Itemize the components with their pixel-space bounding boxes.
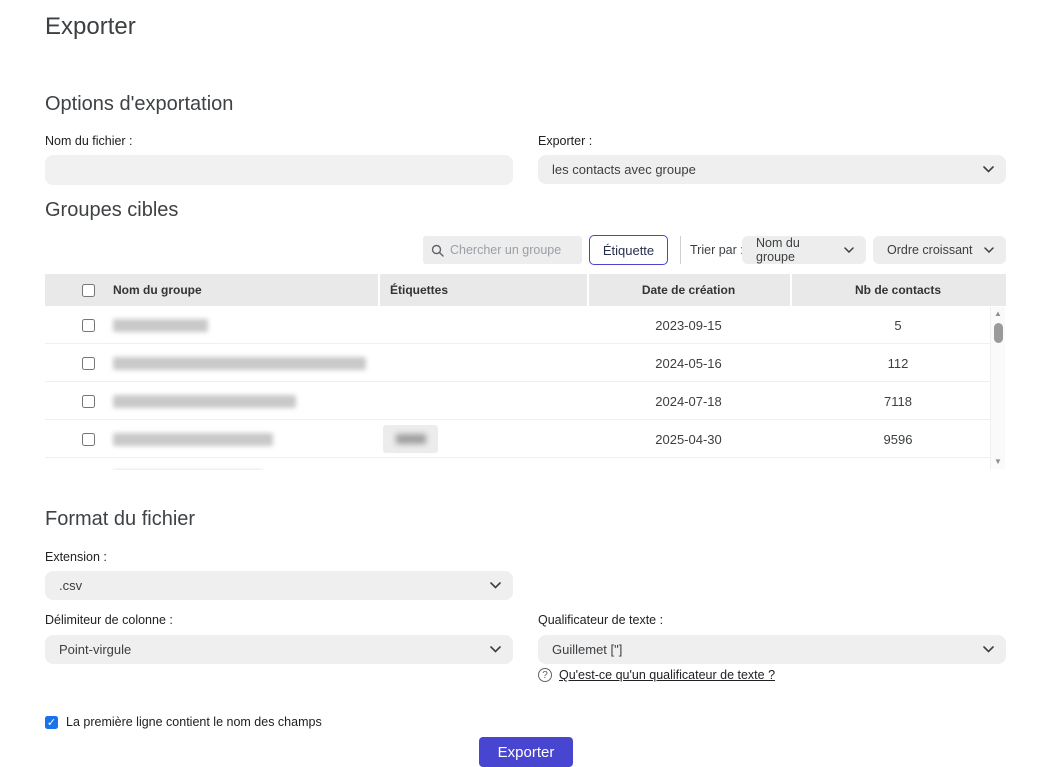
delimiter-value: Point-virgule [59, 642, 131, 657]
col-header-contacts: Nb de contacts [790, 274, 1006, 306]
target-groups-heading: Groupes cibles [45, 199, 178, 222]
row-contact-count: 84 [790, 458, 1006, 470]
sort-by-label: Trier par : [690, 243, 744, 257]
scroll-up-icon[interactable]: ▲ [994, 307, 1002, 321]
export-type-select[interactable]: les contacts avec groupe [538, 155, 1006, 184]
redacted-group-name [113, 395, 296, 408]
row-checkbox[interactable] [82, 357, 95, 370]
etiquette-button[interactable]: Étiquette [589, 235, 668, 265]
filename-label: Nom du fichier : [45, 134, 133, 148]
table-row: 2024-07-18 7118 [45, 382, 991, 420]
row-contact-count: 7118 [790, 382, 1006, 420]
row-contact-count: 9596 [790, 420, 1006, 458]
select-all-checkbox[interactable] [82, 284, 95, 297]
chevron-down-icon [983, 166, 994, 173]
redacted-group-name [113, 433, 273, 446]
redacted-group-name [113, 319, 208, 332]
col-header-date: Date de création [587, 274, 790, 306]
export-options-heading: Options d'exportation [45, 93, 233, 116]
table-row: 2024-12-19 84 [45, 458, 991, 470]
row-date: 2024-12-19 [587, 458, 790, 470]
row-contact-count: 112 [790, 344, 1006, 382]
toolbar-divider [680, 236, 681, 264]
groups-table-body: 2023-09-15 5 2024-05-16 112 2024-07-18 7… [45, 306, 1006, 470]
sort-field-select[interactable]: Nom du groupe [742, 236, 866, 264]
col-header-name: Nom du groupe [113, 274, 202, 306]
search-icon [431, 244, 444, 257]
chevron-down-icon [490, 582, 501, 589]
extension-label: Extension : [45, 550, 107, 564]
chevron-down-icon [983, 646, 994, 653]
delimiter-label: Délimiteur de colonne : [45, 613, 173, 627]
redacted-tag-badge [383, 425, 438, 453]
group-search-input[interactable] [450, 243, 574, 257]
qualifier-help-link[interactable]: ? Qu'est-ce qu'un qualificateur de texte… [538, 668, 775, 682]
chevron-down-icon [844, 247, 854, 253]
qualifier-select[interactable]: Guillemet ["] [538, 635, 1006, 664]
sort-field-value: Nom du groupe [756, 236, 836, 264]
file-format-heading: Format du fichier [45, 508, 195, 531]
row-contact-count: 5 [790, 306, 1006, 344]
qualifier-value: Guillemet ["] [552, 642, 622, 657]
first-line-label: La première ligne contient le nom des ch… [66, 715, 322, 729]
first-line-checkbox[interactable]: ✓ [45, 716, 58, 729]
row-date: 2023-09-15 [587, 306, 790, 344]
row-date: 2025-04-30 [587, 420, 790, 458]
sort-order-value: Ordre croissant [887, 243, 972, 257]
row-date: 2024-05-16 [587, 344, 790, 382]
scroll-down-icon[interactable]: ▼ [994, 455, 1002, 469]
extension-value: .csv [59, 578, 82, 593]
export-type-value: les contacts avec groupe [552, 162, 696, 177]
filename-input[interactable] [45, 155, 513, 185]
groups-table-header: Nom du groupe Étiquettes Date de créatio… [45, 274, 1006, 306]
qualifier-label: Qualificateur de texte : [538, 613, 663, 627]
scrollbar-thumb[interactable] [994, 323, 1003, 343]
export-submit-button[interactable]: Exporter [479, 737, 573, 767]
page-title: Exporter [45, 13, 136, 41]
group-search[interactable] [423, 236, 582, 264]
redacted-group-name [113, 357, 366, 370]
row-date: 2024-07-18 [587, 382, 790, 420]
table-row: 2023-09-15 5 [45, 306, 991, 344]
col-header-tags: Étiquettes [390, 274, 448, 306]
sort-order-select[interactable]: Ordre croissant [873, 236, 1006, 264]
table-row: 2024-05-16 112 [45, 344, 991, 382]
row-checkbox[interactable] [82, 395, 95, 408]
row-checkbox[interactable] [82, 433, 95, 446]
qualifier-help-text[interactable]: Qu'est-ce qu'un qualificateur de texte ? [559, 668, 775, 682]
row-checkbox[interactable] [82, 319, 95, 332]
export-type-label: Exporter : [538, 134, 592, 148]
chevron-down-icon [490, 646, 501, 653]
table-scrollbar[interactable]: ▲ ▼ [990, 307, 1005, 469]
table-row: 2025-04-30 9596 [45, 420, 991, 458]
chevron-down-icon [984, 247, 994, 253]
extension-select[interactable]: .csv [45, 571, 513, 600]
delimiter-select[interactable]: Point-virgule [45, 635, 513, 664]
question-circle-icon: ? [538, 668, 552, 682]
